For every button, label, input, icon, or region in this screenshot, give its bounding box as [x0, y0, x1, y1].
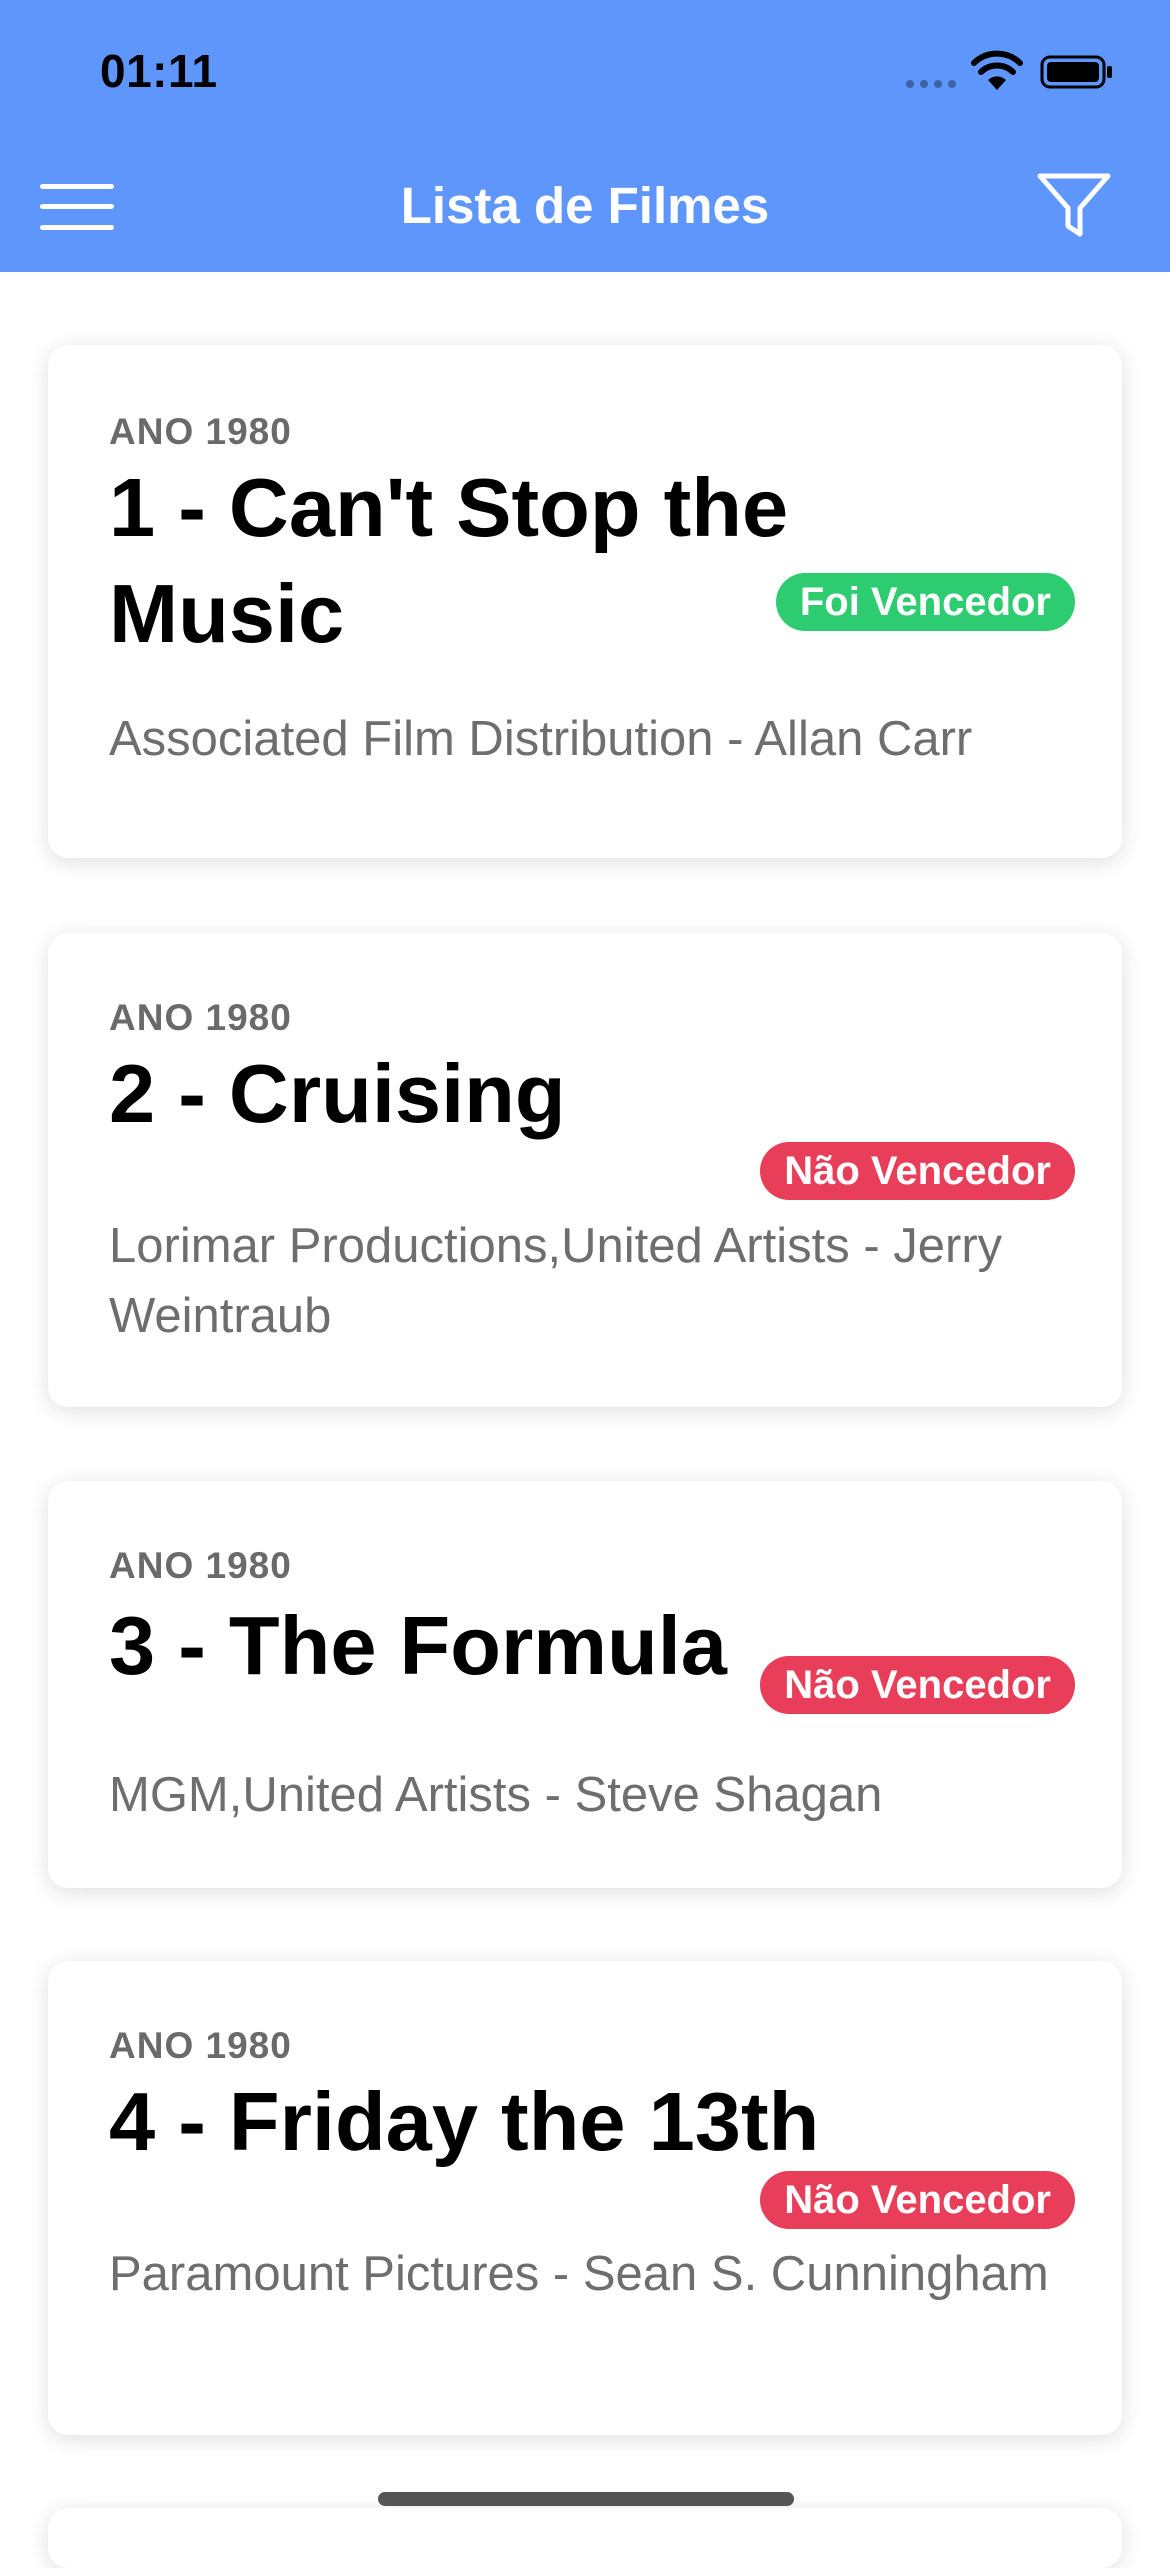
home-indicator[interactable] — [378, 2492, 794, 2506]
page-title: Lista de Filmes — [400, 177, 770, 234]
movie-card[interactable]: ANO 1980 2 - Cruising Não Vencedor Lorim… — [48, 933, 1122, 1407]
movie-title: 4 - Friday the 13th — [109, 2075, 820, 2168]
movie-card[interactable]: ANO 1980 1 - Can't Stop the Music Foi Ve… — [48, 345, 1122, 858]
movie-studio-producer: Paramount Pictures - Sean S. Cunningham — [109, 2247, 1049, 2301]
movie-studio-producer: Associated Film Distribution - Allan Car… — [109, 712, 973, 766]
filter-funnel-icon[interactable] — [1036, 172, 1112, 240]
movie-title: 2 - Cruising — [109, 1047, 566, 1140]
movie-title: 3 - The Formula — [109, 1599, 727, 1692]
movie-card-partial[interactable] — [48, 2508, 1122, 2568]
status-time: 01:11 — [100, 45, 218, 97]
movie-studio-producer: MGM,United Artists - Steve Shagan — [109, 1768, 883, 1822]
battery-icon — [1040, 55, 1112, 89]
movie-year: ANO 1980 — [109, 2025, 292, 2066]
movie-year: ANO 1980 — [109, 1545, 292, 1586]
movie-studio-producer: Lorimar Productions,United Artists - Jer… — [109, 1219, 1003, 1343]
movie-title: 1 - Can't Stop the Music — [109, 461, 789, 660]
not-winner-badge: Não Vencedor — [760, 2171, 1075, 2229]
not-winner-badge: Não Vencedor — [760, 1142, 1075, 1200]
cellular-signal-icon — [906, 80, 956, 88]
movie-card[interactable]: ANO 1980 4 - Friday the 13th Não Vencedo… — [48, 1961, 1122, 2435]
wifi-icon — [971, 50, 1023, 90]
not-winner-badge: Não Vencedor — [760, 1656, 1075, 1714]
movie-year: ANO 1980 — [109, 411, 292, 452]
winner-badge: Foi Vencedor — [775, 573, 1075, 631]
movie-card[interactable]: ANO 1980 3 - The Formula Não Vencedor MG… — [48, 1481, 1122, 1888]
nav-header: 01:11 Lista de Filmes — [0, 0, 1170, 272]
movie-year: ANO 1980 — [109, 997, 292, 1038]
